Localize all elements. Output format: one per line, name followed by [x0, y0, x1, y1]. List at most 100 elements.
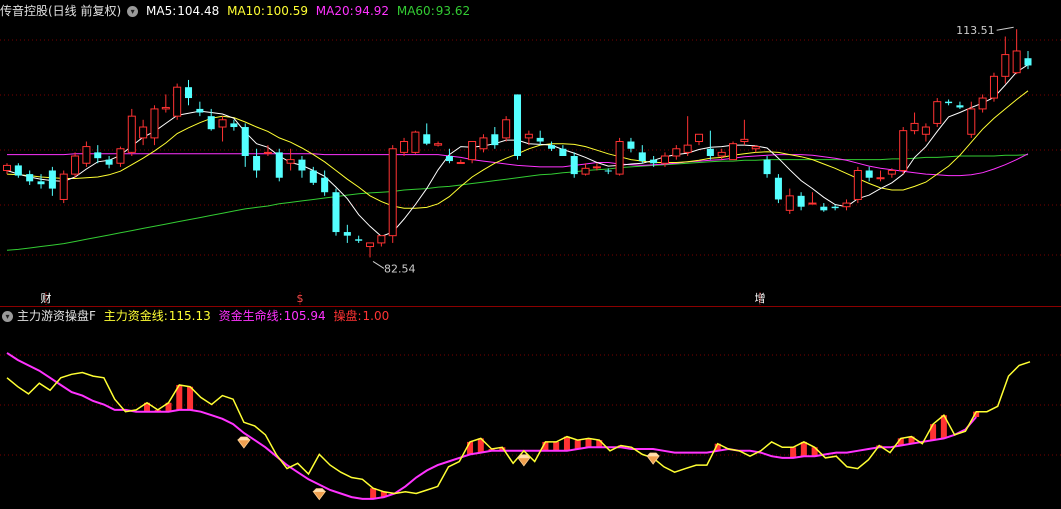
ma5-label: MA5:	[146, 4, 177, 18]
candle-body	[887, 169, 896, 175]
candle	[94, 145, 102, 164]
candle-body	[615, 141, 624, 175]
candle-body	[196, 108, 204, 113]
candle-body	[377, 235, 386, 244]
candle-body	[694, 133, 704, 143]
candle-body	[479, 137, 488, 150]
candle	[740, 119, 749, 146]
candle	[14, 163, 22, 178]
candle	[967, 101, 976, 138]
candle	[1012, 29, 1021, 75]
candle-body	[82, 146, 91, 164]
candle-body	[627, 141, 635, 149]
candle	[456, 159, 465, 165]
candle-body	[423, 134, 431, 144]
candle	[536, 130, 544, 146]
candle-body	[672, 148, 681, 157]
candle	[48, 166, 56, 196]
candle	[876, 170, 885, 182]
diamond-icon	[312, 488, 327, 501]
candle	[956, 101, 964, 109]
candle-body	[275, 152, 283, 178]
low-marker-label: 82.54	[384, 262, 416, 275]
candle	[933, 98, 942, 128]
trading-value: 1.00	[362, 309, 390, 323]
candle	[570, 152, 578, 178]
upper-header: 传音控股(日线 前复权) ▾ MA5:104.48 MA10:100.59 MA2…	[0, 1, 474, 21]
candle-body	[184, 87, 193, 99]
diamond-icon	[517, 454, 531, 467]
candle	[683, 116, 692, 156]
candle	[150, 105, 159, 146]
candle-body	[388, 148, 397, 237]
candle	[2, 163, 12, 175]
candle-body	[48, 170, 56, 189]
candle	[127, 108, 136, 156]
candle-body	[1024, 58, 1032, 66]
candle-body	[298, 159, 306, 171]
capital-flow-chart	[6, 352, 1031, 501]
candle	[105, 156, 113, 169]
candle-body	[286, 159, 295, 164]
candle-body	[763, 159, 771, 175]
trading-bar	[563, 436, 570, 451]
candle-body	[26, 174, 34, 182]
candle-body	[751, 146, 760, 150]
candle-body	[37, 181, 45, 185]
candle	[286, 148, 295, 171]
dropdown-chevron-icon[interactable]: ▾	[127, 6, 139, 17]
candle	[502, 116, 511, 142]
candle	[59, 170, 68, 204]
candle-body	[853, 169, 862, 200]
candle-body	[343, 232, 351, 236]
dropdown-chevron-icon[interactable]: ▾	[2, 311, 13, 322]
main-capital-value: 115.13	[168, 309, 211, 323]
candle-body	[774, 177, 782, 200]
main-capital-line	[6, 361, 1031, 495]
candle	[116, 146, 125, 167]
candle-body	[729, 143, 738, 161]
candle-body	[899, 130, 908, 171]
diamond-shape	[646, 455, 660, 465]
candle-body	[604, 170, 612, 172]
candle-body	[740, 138, 749, 143]
candle	[411, 130, 420, 154]
candle-body	[650, 159, 658, 164]
candle-body	[332, 192, 340, 233]
candle-body	[956, 105, 964, 108]
candle	[355, 235, 363, 243]
grid-lines	[0, 39, 1061, 456]
candle	[139, 119, 148, 146]
candle	[26, 170, 34, 185]
candle	[218, 116, 227, 142]
candle	[1001, 36, 1010, 84]
main-capital-label: 主力资金线:	[103, 309, 168, 323]
candle	[694, 133, 704, 146]
candle-body	[456, 162, 465, 165]
candle-body	[820, 206, 828, 211]
stock-title: 传音控股(日线 前复权)	[0, 4, 122, 18]
candle	[581, 163, 590, 176]
candle-body	[411, 131, 420, 153]
candle	[706, 130, 714, 160]
candle	[400, 137, 409, 156]
candle	[672, 145, 681, 160]
candle-body	[865, 170, 873, 178]
ma10-label: MA10:	[227, 4, 265, 18]
candle-body	[59, 173, 68, 200]
ma10-value: 100.59	[265, 4, 308, 18]
candle	[479, 134, 488, 153]
candle	[921, 123, 930, 142]
candle	[638, 145, 646, 164]
candle	[71, 152, 80, 178]
trading-bar	[553, 441, 560, 451]
candle	[797, 192, 805, 211]
candle	[945, 99, 953, 106]
candle-body	[706, 148, 714, 156]
candle	[729, 141, 738, 161]
candle	[321, 170, 329, 196]
trading-bar	[187, 386, 194, 410]
candle-body	[831, 206, 839, 209]
candle	[343, 224, 351, 243]
capital-lifeline-label: 资金生命线:	[218, 309, 283, 323]
